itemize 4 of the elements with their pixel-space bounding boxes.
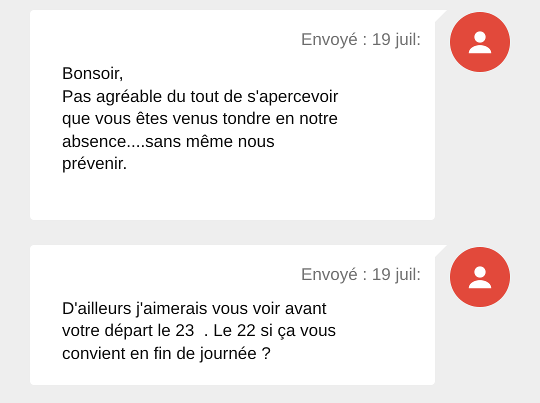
sent-date: Envoyé : 19 juil: <box>300 29 421 51</box>
message-text: D'ailleurs j'aimerais vous voir avant votre départ le 23 . Le 22 si ça vous convient en fin de journée ? <box>62 298 338 364</box>
sent-date: Envoyé : 19 juil: <box>300 264 421 286</box>
message-text: Bonsoir, Pas agréable du tout de s'apercevoir que vous êtes venus tondre en notre absence....sans même nous prévenir. <box>62 63 340 175</box>
